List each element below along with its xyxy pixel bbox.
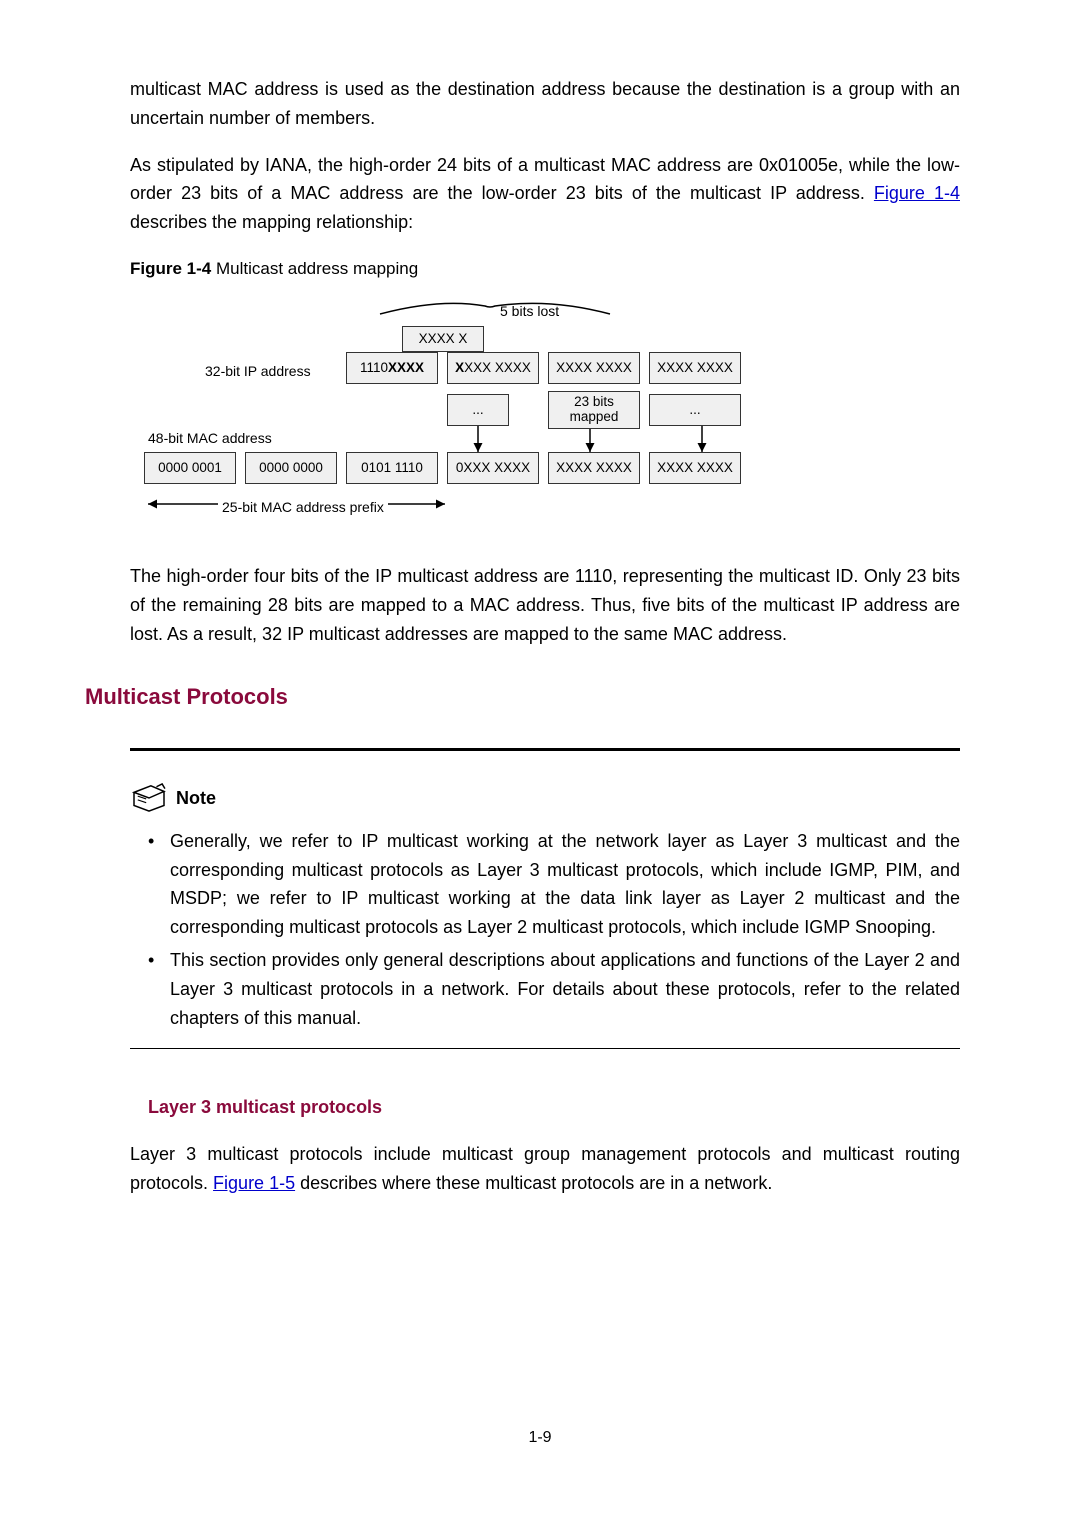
paragraph: The high-order four bits of the IP multi… xyxy=(130,562,960,648)
diagram-box-ip3: XXXX XXXX xyxy=(548,352,640,384)
diagram-label-mac: 48-bit MAC address xyxy=(148,427,272,449)
paragraph: Layer 3 multicast protocols include mult… xyxy=(130,1140,960,1198)
text: describes where these multicast protocol… xyxy=(295,1173,772,1193)
diagram-box-ip4: XXXX XXXX xyxy=(649,352,741,384)
text: As stipulated by IANA, the high-order 24… xyxy=(130,155,960,204)
note-block: Note Generally, we refer to IP multicast… xyxy=(130,748,960,1050)
figure-link[interactable]: Figure 1-5 xyxy=(213,1173,295,1193)
list-item: This section provides only general descr… xyxy=(148,946,960,1032)
diagram-label-5bits-lost: 5 bits lost xyxy=(500,300,559,322)
text: describes the mapping relationship: xyxy=(130,212,413,232)
heading-layer3: Layer 3 multicast protocols xyxy=(148,1093,960,1122)
divider xyxy=(130,1048,960,1049)
diagram-multicast-mapping: 5 bits lost XXXX X 32-bit IP address 111… xyxy=(140,294,840,534)
diagram-box-ip2: XXXX XXXX xyxy=(447,352,539,384)
note-icon xyxy=(130,783,168,813)
diagram-box-mac4: 0XXX XXXX xyxy=(447,452,539,484)
paragraph: As stipulated by IANA, the high-order 24… xyxy=(130,151,960,237)
note-title: Note xyxy=(176,784,216,813)
figure-link[interactable]: Figure 1-4 xyxy=(874,183,960,203)
diagram-box-mac1: 0000 0001 xyxy=(144,452,236,484)
diagram-box-23bits: 23 bitsmapped xyxy=(548,391,640,429)
figure-title: Multicast address mapping xyxy=(211,259,418,278)
diagram-box-ip1: 1110 XXXX xyxy=(346,352,438,384)
diagram-label-ip: 32-bit IP address xyxy=(205,360,311,382)
figure-label: Figure 1-4 xyxy=(130,259,211,278)
divider xyxy=(130,748,960,751)
list-item: Generally, we refer to IP multicast work… xyxy=(148,827,960,942)
diagram-box-dots2: ... xyxy=(649,394,741,426)
diagram-box-mac5: XXXX XXXX xyxy=(548,452,640,484)
diagram-box-mac3: 0101 1110 xyxy=(346,452,438,484)
diagram-box-mac2: 0000 0000 xyxy=(245,452,337,484)
page-number: 1-9 xyxy=(0,1425,1080,1451)
figure-caption: Figure 1-4 Multicast address mapping xyxy=(130,255,960,282)
diagram-label-prefix: 25-bit MAC address prefix xyxy=(218,496,388,518)
diagram-box-xxxxx: XXXX X xyxy=(402,326,484,352)
diagram-box-dots1: ... xyxy=(447,394,509,426)
heading-multicast-protocols: Multicast Protocols xyxy=(85,679,960,714)
diagram-box-mac6: XXXX XXXX xyxy=(649,452,741,484)
paragraph: multicast MAC address is used as the des… xyxy=(130,75,960,133)
